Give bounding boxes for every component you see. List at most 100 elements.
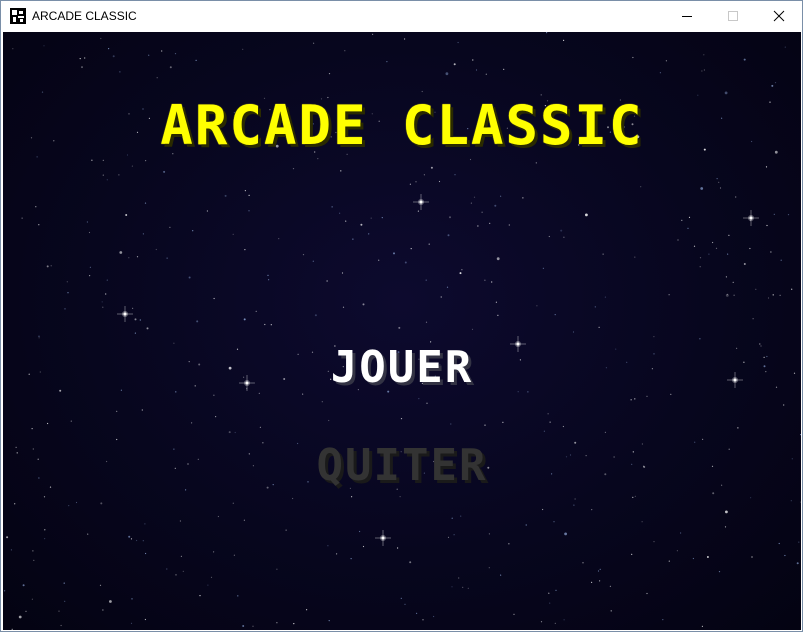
- star: [653, 541, 655, 543]
- game-title: ARCADE CLASSIC: [160, 94, 644, 157]
- star: [716, 178, 718, 180]
- star: [342, 306, 345, 308]
- star: [687, 227, 689, 229]
- close-button[interactable]: [756, 1, 802, 31]
- star: [44, 529, 46, 531]
- game-canvas[interactable]: ARCADE CLASSIC JOUER QUITER: [3, 32, 801, 630]
- star: [549, 421, 551, 423]
- star: [141, 409, 143, 411]
- star: [345, 220, 347, 222]
- star: [350, 558, 352, 560]
- star: [425, 279, 427, 281]
- star: [560, 229, 563, 232]
- star: [84, 57, 86, 59]
- star: [314, 314, 317, 317]
- star: [692, 557, 695, 560]
- star: [119, 251, 123, 254]
- star: [58, 610, 60, 612]
- star: [368, 233, 370, 235]
- star: [213, 297, 215, 300]
- star: [32, 550, 34, 552]
- star: [248, 210, 250, 212]
- star: [604, 431, 607, 433]
- maximize-button[interactable]: [710, 1, 756, 31]
- star: [715, 247, 718, 249]
- star: [166, 568, 168, 570]
- star: [340, 170, 342, 172]
- star: [727, 253, 729, 255]
- star: [228, 431, 231, 434]
- star: [699, 266, 701, 268]
- star: [91, 159, 93, 161]
- star: [139, 319, 141, 321]
- star: [60, 624, 62, 627]
- star: [800, 501, 801, 503]
- star: [787, 214, 790, 216]
- star: [215, 416, 217, 418]
- star: [243, 519, 245, 521]
- star: [563, 619, 565, 621]
- minimize-icon: [682, 16, 692, 17]
- star: [774, 82, 777, 84]
- star: [312, 260, 314, 262]
- star: [191, 422, 193, 424]
- star: [38, 335, 40, 337]
- star: [206, 210, 208, 212]
- star: [477, 225, 479, 227]
- star: [351, 496, 353, 498]
- star: [699, 257, 702, 259]
- star: [66, 281, 68, 283]
- app-window: ARCADE CLASSIC ARCADE CLASSIC JOUER QUIT…: [0, 0, 803, 632]
- star: [446, 286, 449, 288]
- star: [783, 404, 785, 406]
- star: [146, 327, 149, 330]
- title-bar[interactable]: ARCADE CLASSIC: [1, 1, 802, 31]
- star: [125, 214, 128, 216]
- star: [791, 288, 793, 290]
- star: [591, 509, 593, 511]
- star: [554, 314, 556, 316]
- star: [699, 338, 701, 340]
- star: [484, 424, 486, 426]
- star: [688, 216, 691, 218]
- star: [426, 402, 428, 404]
- star: [31, 598, 33, 600]
- star: [50, 265, 52, 267]
- star: [598, 326, 600, 328]
- star: [543, 430, 546, 432]
- star: [68, 505, 70, 507]
- star: [491, 281, 493, 283]
- star: [70, 420, 72, 422]
- star: [106, 279, 108, 281]
- star: [743, 58, 746, 61]
- star: [243, 318, 246, 321]
- star: [725, 510, 728, 514]
- star: [425, 321, 428, 323]
- star: [404, 261, 407, 264]
- star: [548, 235, 550, 238]
- star: [681, 219, 683, 221]
- star: [632, 56, 634, 59]
- star: [495, 301, 497, 303]
- star: [44, 538, 46, 540]
- bright-star: [743, 210, 759, 226]
- star: [18, 615, 22, 619]
- star: [630, 399, 632, 401]
- star: [693, 245, 696, 247]
- star: [292, 168, 295, 170]
- menu-item-quit[interactable]: QUITER: [3, 440, 801, 492]
- star: [4, 590, 6, 592]
- star: [536, 305, 538, 307]
- star: [46, 265, 49, 268]
- minimize-button[interactable]: [664, 1, 710, 31]
- star: [12, 48, 14, 50]
- star: [497, 314, 499, 316]
- star: [460, 515, 462, 517]
- menu-item-play[interactable]: JOUER: [3, 342, 801, 394]
- star: [63, 582, 65, 584]
- star: [542, 267, 545, 269]
- star: [145, 160, 147, 162]
- star: [421, 90, 423, 93]
- star: [668, 560, 670, 562]
- star: [116, 410, 118, 412]
